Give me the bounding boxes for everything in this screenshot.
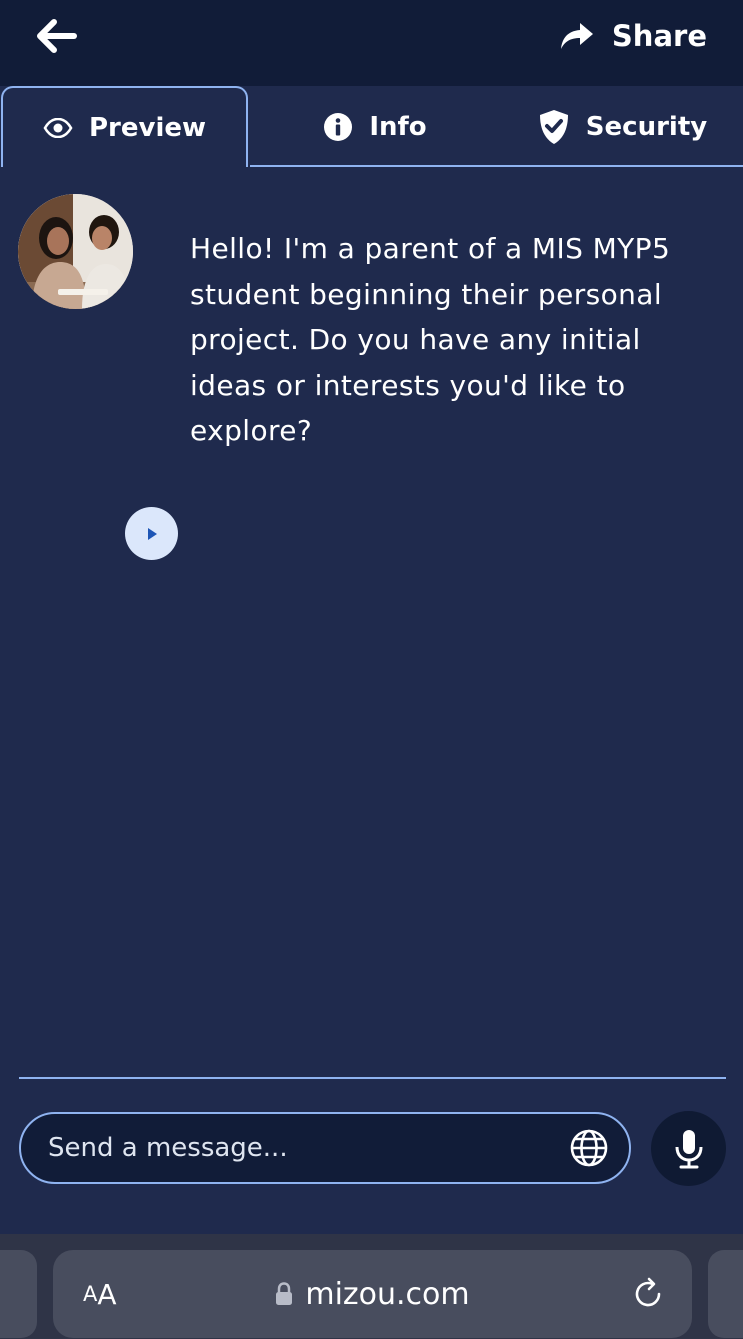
tab-info[interactable]: Info [300,86,450,167]
lock-icon [276,1282,293,1305]
tab-preview[interactable]: Preview [1,86,248,167]
shield-check-icon [539,109,568,144]
message-input[interactable] [21,1117,569,1179]
assistant-message: Hello! I'm a parent of a MIS MYP5 studen… [190,232,671,447]
reload-button[interactable] [630,1276,666,1312]
composer-divider [19,1077,726,1079]
arrow-left-icon [37,19,77,53]
tab-info-label: Info [369,111,427,142]
reload-icon [635,1277,661,1307]
share-arrow-icon [560,23,593,49]
share-label: Share [611,19,707,53]
globe-icon [570,1129,608,1167]
back-button[interactable] [36,18,80,54]
message-input-container [19,1112,631,1184]
browser-bar: AA mizou.com [0,1234,743,1339]
previous-tab-preview[interactable] [0,1250,37,1338]
tab-security[interactable]: Security [520,86,725,167]
url-text: mizou.com [305,1276,470,1312]
chat-page: Share Preview Info Security Hello! I'm a… [0,0,743,1339]
share-button[interactable]: Share [560,16,707,56]
play-icon [147,527,157,540]
microphone-button[interactable] [651,1111,726,1186]
language-button[interactable] [569,1128,609,1168]
avatar-image [18,194,133,309]
tab-underline [250,165,743,167]
microphone-icon [675,1129,702,1168]
info-icon [324,112,353,141]
address-bar[interactable]: AA mizou.com [53,1250,692,1338]
top-bar: Share [0,0,743,86]
url-display: mizou.com [53,1250,692,1338]
play-audio-button[interactable] [125,507,178,560]
tab-preview-label: Preview [88,112,207,143]
tab-bar: Preview Info Security [0,86,743,167]
next-tab-preview[interactable] [708,1250,743,1338]
tab-security-label: Security [585,111,708,142]
avatar [18,194,133,309]
eye-icon [43,117,73,138]
